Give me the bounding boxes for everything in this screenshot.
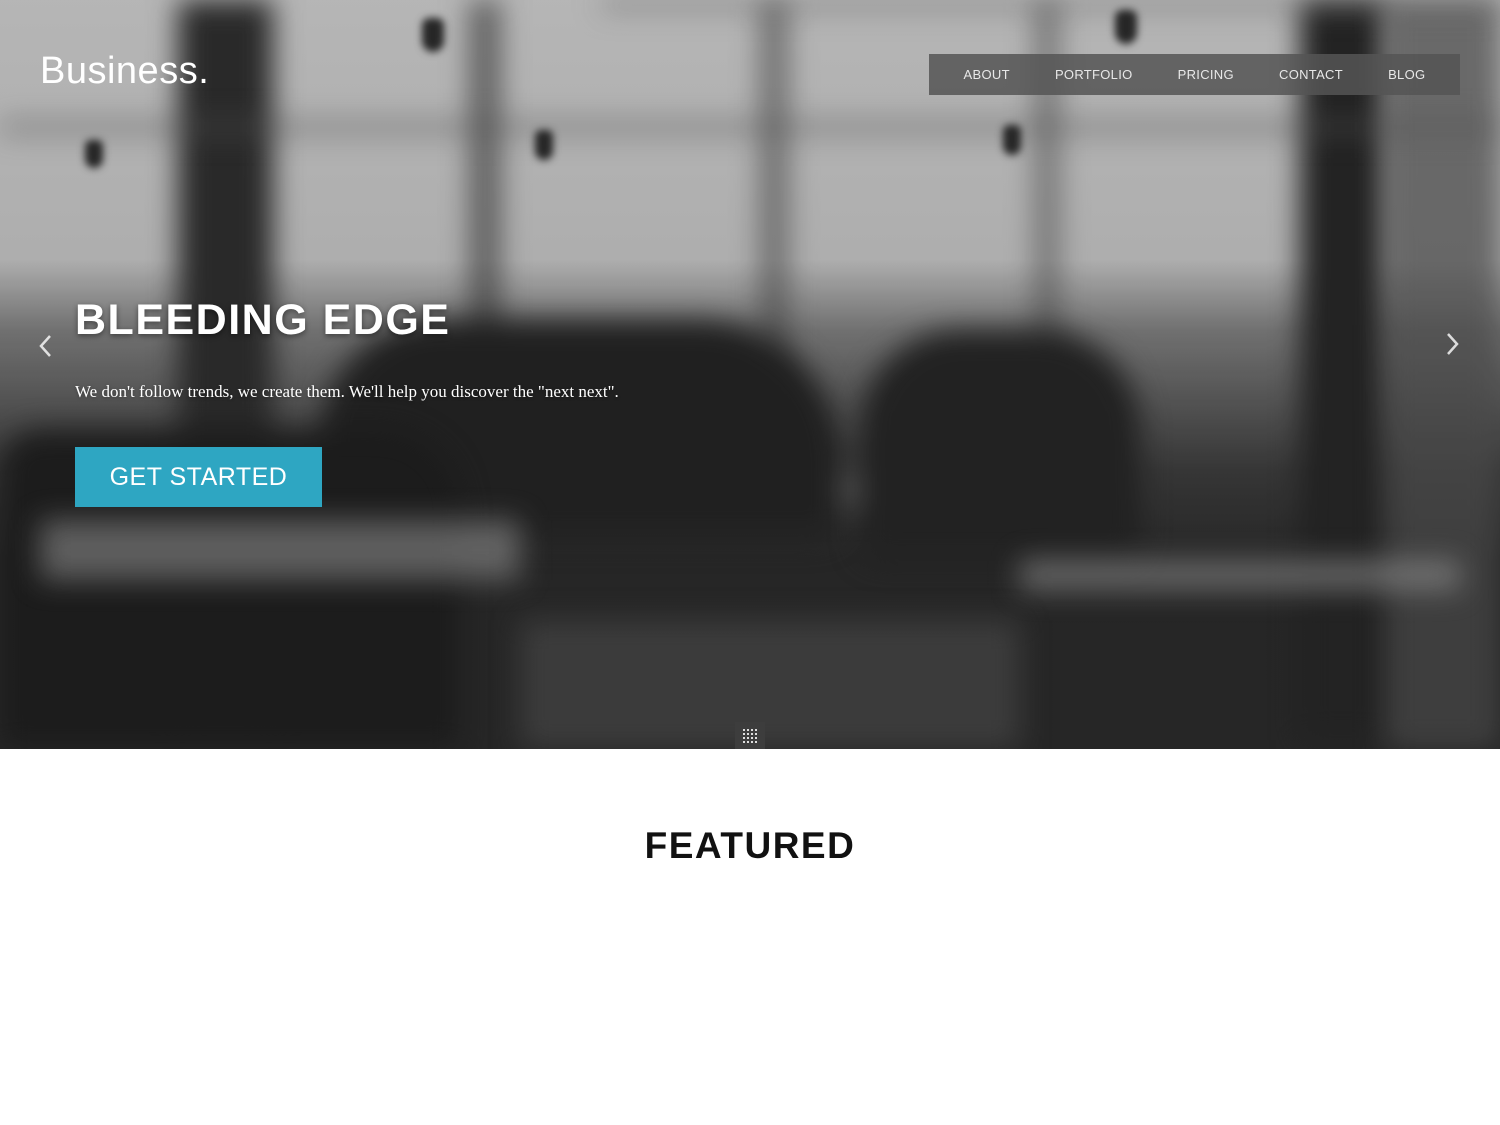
chevron-right-icon-graphic bbox=[1447, 333, 1459, 355]
hero-overlay bbox=[0, 0, 1500, 749]
chevron-right-icon[interactable] bbox=[1444, 328, 1462, 366]
nav-item-portfolio[interactable]: PORTFOLIO bbox=[1055, 67, 1133, 82]
nav-item-pricing[interactable]: PRICING bbox=[1178, 67, 1234, 82]
hero-title: BLEEDING EDGE bbox=[75, 296, 451, 344]
hero-subtitle: We don't follow trends, we create them. … bbox=[75, 382, 619, 401]
featured-heading: FEATURED bbox=[644, 825, 856, 866]
nav-item-blog[interactable]: BLOG bbox=[1388, 67, 1425, 82]
get-started-button[interactable]: GET STARTED bbox=[75, 447, 322, 507]
grid-icon-graphic bbox=[743, 729, 757, 743]
chevron-left-icon[interactable] bbox=[36, 330, 54, 368]
grid-icon[interactable] bbox=[735, 722, 765, 749]
site-logo[interactable]: Business. bbox=[40, 50, 209, 93]
nav-item-contact[interactable]: CONTACT bbox=[1279, 67, 1343, 82]
main-nav: ABOUT PORTFOLIO PRICING CONTACT BLOG bbox=[929, 54, 1460, 95]
nav-item-about[interactable]: ABOUT bbox=[964, 67, 1010, 82]
hero-section: Business. ABOUT PORTFOLIO PRICING CONTAC… bbox=[0, 0, 1500, 749]
chevron-left-icon-graphic bbox=[39, 335, 51, 357]
